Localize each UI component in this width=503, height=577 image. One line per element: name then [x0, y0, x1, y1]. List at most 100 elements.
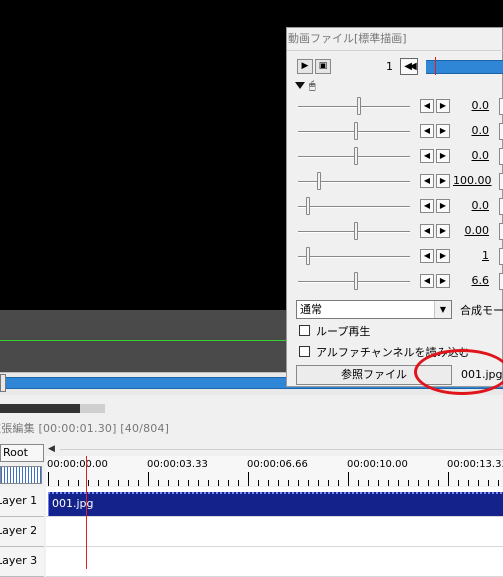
blend-mode-select[interactable]: 通常 — [296, 300, 452, 319]
ruler-tick — [218, 480, 219, 486]
decrement-icon[interactable]: ◀ — [420, 249, 434, 263]
alpha-checkbox[interactable] — [299, 346, 310, 357]
seek-thumb[interactable] — [0, 374, 6, 392]
param-edit-box[interactable] — [499, 98, 503, 115]
ruler-tick — [308, 480, 309, 486]
param-slider-thumb[interactable] — [354, 222, 358, 240]
decrement-icon[interactable]: ◀ — [420, 149, 434, 163]
increment-icon[interactable]: ▶ — [436, 124, 450, 138]
playhead-cursor[interactable] — [86, 456, 87, 569]
mouse-icon: 🖱 — [309, 79, 316, 92]
decrement-icon[interactable]: ◀ — [420, 224, 434, 238]
param-edit-box[interactable] — [499, 273, 503, 290]
ruler-tick — [98, 480, 99, 486]
param-slider-thumb[interactable] — [354, 147, 358, 165]
image-icon[interactable]: ▣ — [315, 59, 331, 74]
param-slider-thumb[interactable] — [317, 172, 321, 190]
object-timeline[interactable] — [426, 60, 503, 74]
title-divider — [287, 50, 503, 51]
ruler-tick — [368, 480, 369, 486]
ruler-tick — [248, 472, 249, 486]
ruler-tick — [138, 480, 139, 486]
param-edit-box[interactable] — [499, 198, 503, 215]
param-value[interactable]: 0.0 — [453, 149, 490, 162]
object-timeline-cursor[interactable] — [435, 57, 436, 75]
decrement-icon[interactable]: ◀ — [420, 124, 434, 138]
ruler-tick — [198, 480, 199, 486]
tick-label: 00:00:03.33 — [147, 459, 208, 470]
loop-checkbox[interactable] — [299, 325, 310, 336]
layer-header-3[interactable]: Layer 3 — [0, 547, 44, 577]
frame-number: 1 — [386, 60, 393, 73]
ruler-tick — [328, 480, 329, 486]
param-value[interactable]: 6.6 — [453, 274, 490, 287]
ruler-tick — [428, 480, 429, 486]
ruler-tick — [338, 480, 339, 486]
layer-track-3[interactable] — [46, 547, 503, 577]
ruler-tick — [158, 480, 159, 486]
increment-icon[interactable]: ▶ — [436, 174, 450, 188]
layer-track-2[interactable] — [46, 517, 503, 547]
param-slider-thumb[interactable] — [306, 197, 310, 215]
scroll-left-icon[interactable]: ◀ — [48, 444, 60, 456]
decrement-icon[interactable]: ◀ — [420, 199, 434, 213]
ruler-tick — [188, 480, 189, 486]
ruler-tick — [438, 480, 439, 486]
ruler-tick — [398, 480, 399, 486]
increment-icon[interactable]: ▶ — [436, 199, 450, 213]
clip-keyframe-strip — [48, 492, 503, 494]
decrement-icon[interactable]: ◀ — [420, 174, 434, 188]
ruler-tick — [388, 480, 389, 486]
timeline-title: 拡張編集 [00:00:01.30] [40/804] — [0, 422, 170, 435]
param-value[interactable]: 1 — [453, 249, 489, 262]
decrement-icon[interactable]: ◀ — [420, 99, 434, 113]
film-icon[interactable]: ▶ — [297, 59, 313, 74]
ruler-tick — [478, 480, 479, 486]
tick-label: 00:00:10.00 — [347, 459, 408, 470]
chevron-down-icon[interactable] — [295, 82, 305, 89]
param-edit-box[interactable] — [499, 223, 503, 240]
param-slider-thumb[interactable] — [357, 97, 361, 115]
increment-icon[interactable]: ▶ — [436, 224, 450, 238]
ruler-tick — [58, 480, 59, 486]
timeline-scrollbar[interactable] — [60, 449, 503, 450]
param-slider-track[interactable] — [298, 181, 410, 183]
param-slider-track[interactable] — [298, 106, 410, 108]
layer-header-1[interactable]: Layer 1 — [0, 487, 44, 517]
increment-icon[interactable]: ▶ — [436, 274, 450, 288]
layer-label: Layer 2 — [0, 524, 38, 537]
rewind-icon[interactable]: ◀◀ — [400, 58, 418, 75]
param-value[interactable]: 0.0 — [453, 99, 490, 112]
param-edit-box[interactable] — [499, 148, 503, 165]
param-slider-thumb[interactable] — [354, 122, 358, 140]
decrement-icon[interactable]: ◀ — [420, 274, 434, 288]
highlight-ellipse — [414, 349, 503, 395]
timeline-clip[interactable]: 001.jpg — [48, 492, 503, 516]
root-scene-selector[interactable]: Root — [0, 444, 44, 462]
ruler-tick — [228, 480, 229, 486]
param-value[interactable]: 0.0 — [453, 124, 490, 137]
param-slider-thumb[interactable] — [354, 272, 358, 290]
ruler-tick — [408, 480, 409, 486]
horizontal-scrollbar[interactable] — [0, 404, 80, 413]
param-value[interactable]: 0.00 — [453, 224, 490, 237]
ruler-tick — [78, 480, 79, 486]
param-value[interactable]: 0.0 — [453, 199, 490, 212]
param-value[interactable]: 100.00 — [453, 174, 492, 187]
ruler-tick — [498, 480, 499, 486]
param-slider-thumb[interactable] — [306, 247, 310, 265]
ruler-tick — [358, 480, 359, 486]
dropdown-arrow-icon[interactable]: ▼ — [434, 301, 451, 318]
param-slider-track[interactable] — [298, 256, 410, 258]
param-edit-box[interactable] — [499, 173, 503, 190]
increment-icon[interactable]: ▶ — [436, 149, 450, 163]
ruler-tick — [168, 480, 169, 486]
param-edit-box[interactable] — [499, 248, 503, 265]
layer-header-2[interactable]: Layer 2 — [0, 517, 44, 547]
param-slider-track[interactable] — [298, 206, 410, 208]
param-edit-box[interactable] — [499, 123, 503, 140]
increment-icon[interactable]: ▶ — [436, 249, 450, 263]
layer-label: Layer 3 — [0, 554, 38, 567]
increment-icon[interactable]: ▶ — [436, 99, 450, 113]
ruler-tick — [488, 480, 489, 486]
